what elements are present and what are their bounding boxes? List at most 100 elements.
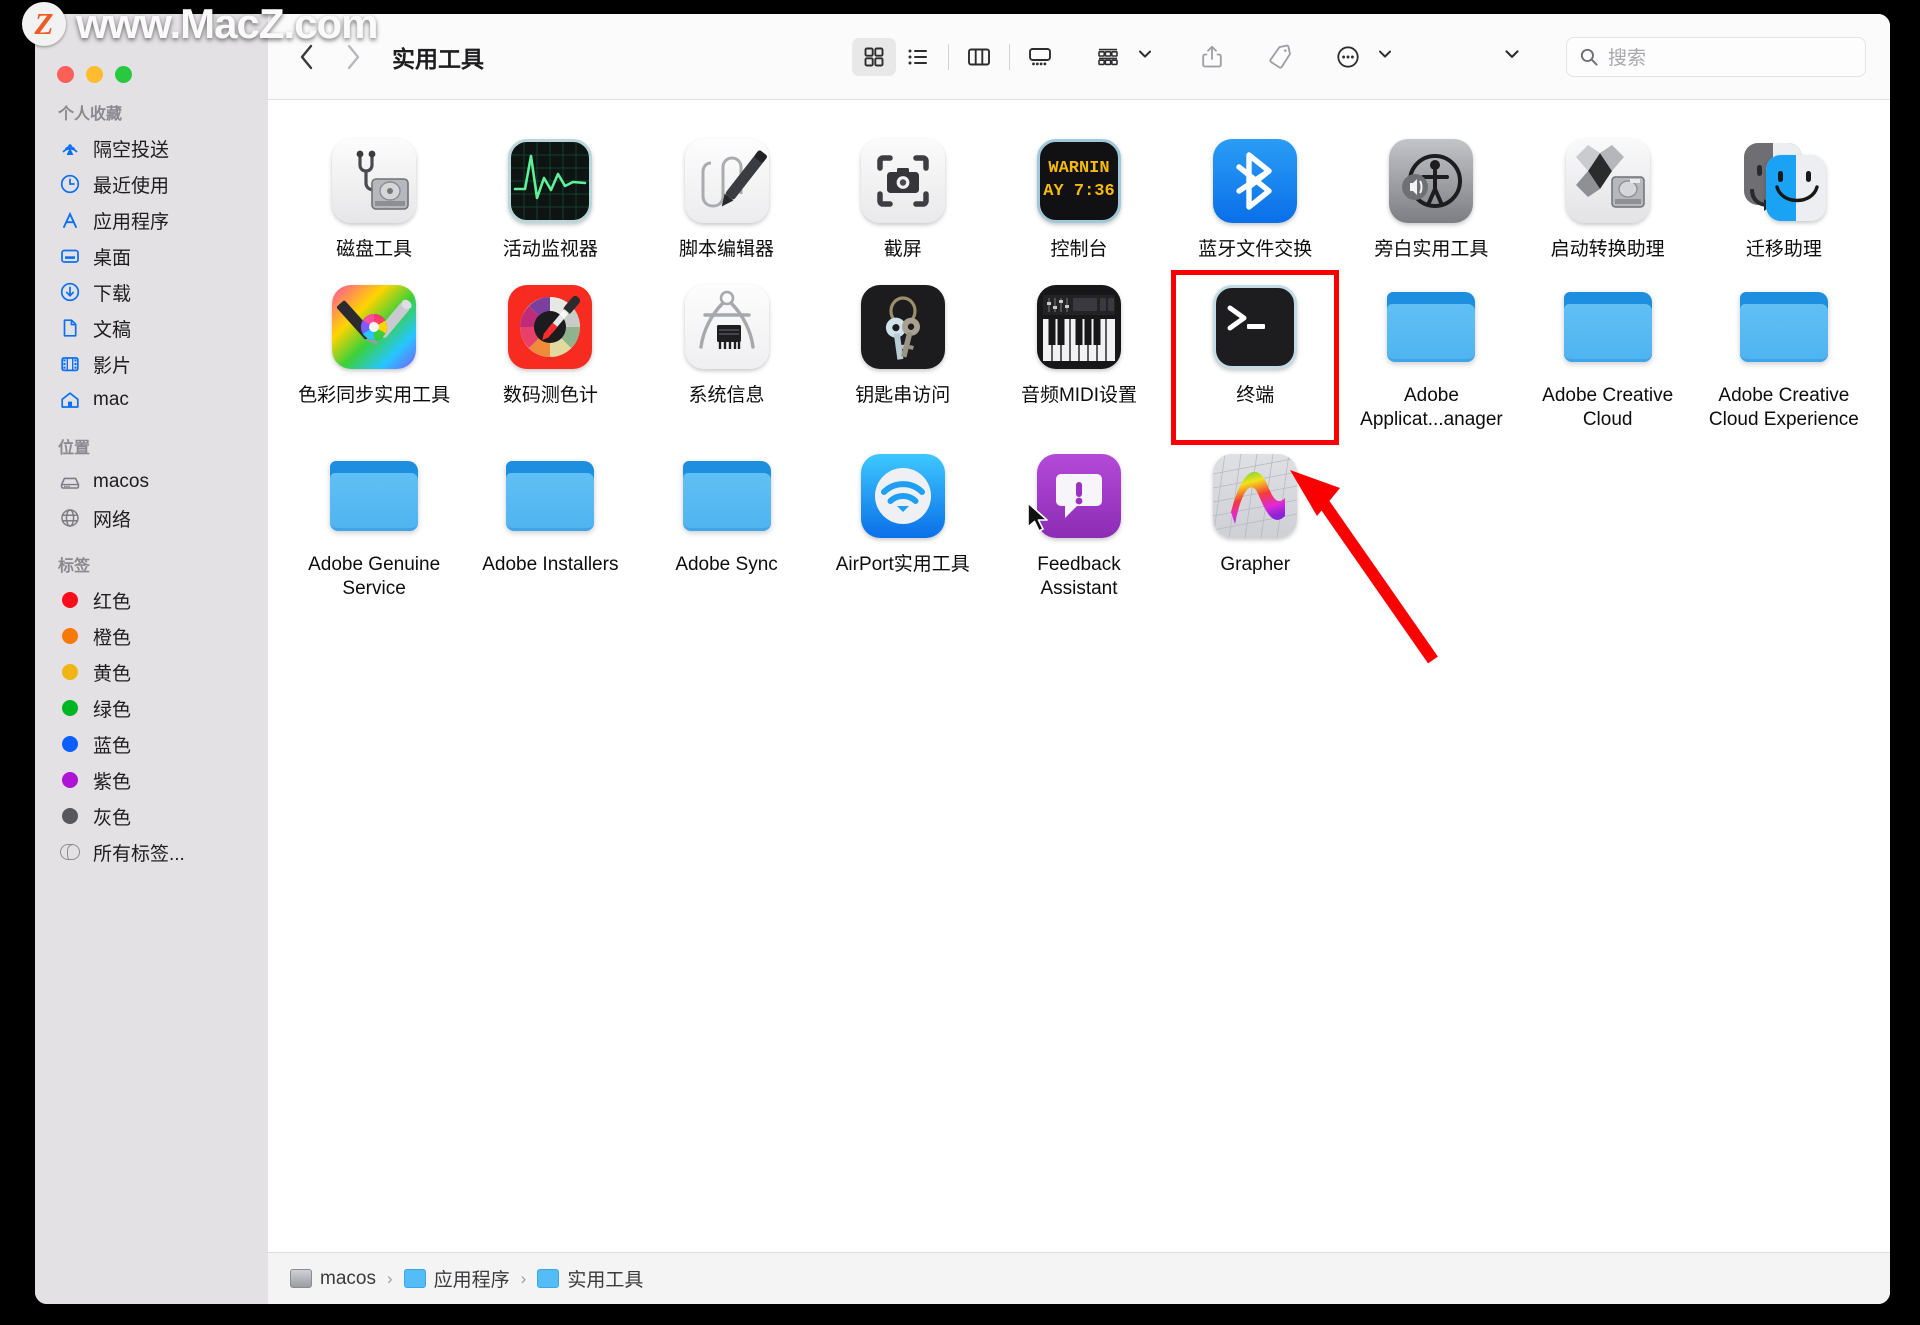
file-item[interactable]: WARNIN AY 7:36 控制台	[991, 124, 1167, 262]
file-item[interactable]: 数码测色计	[462, 270, 638, 432]
breadcrumb-separator: ›	[386, 1268, 393, 1288]
search-placeholder: 搜索	[1608, 48, 1647, 69]
tag-dot-icon	[58, 625, 81, 648]
tag-dot-icon	[58, 769, 81, 792]
tag-dot-icon	[58, 589, 81, 612]
network-globe-icon	[58, 507, 81, 530]
tag-button[interactable]	[1258, 38, 1302, 76]
file-item[interactable]: Adobe Creative Cloud Experience	[1696, 270, 1872, 432]
feedback-assistant-icon	[1027, 451, 1124, 541]
more-actions-chevron-down-icon[interactable]	[1376, 45, 1394, 68]
minimize-button[interactable]	[86, 66, 103, 83]
sidebar-item-label: 应用程序	[93, 211, 170, 233]
more-actions-button[interactable]	[1326, 38, 1370, 76]
sidebar-item-macos-disk[interactable]: macos	[35, 464, 268, 500]
breadcrumb-item-applications[interactable]: 应用程序	[403, 1265, 510, 1292]
sidebar-item-home[interactable]: mac	[35, 382, 268, 418]
file-item[interactable]: 磁盘工具	[286, 124, 462, 262]
sidebar-item-tag-green[interactable]: 绿色	[35, 690, 268, 726]
tag-dot-icon	[58, 697, 81, 720]
sidebar-item-tag-gray[interactable]: 灰色	[35, 798, 268, 834]
airdrop-icon	[58, 137, 81, 160]
file-item[interactable]: 迁移助理	[1696, 124, 1872, 262]
file-item[interactable]: Adobe Genuine Service	[286, 439, 462, 601]
sidebar-item-network[interactable]: 网络	[35, 500, 268, 536]
sidebar-section-favorites-title: 个人收藏	[58, 106, 123, 123]
documents-icon	[58, 317, 81, 340]
sidebar-item-label: 隔空投送	[93, 139, 170, 161]
share-button[interactable]	[1190, 38, 1234, 76]
file-label: 数码测色计	[502, 384, 598, 406]
breadcrumb-label: 实用工具	[567, 1270, 644, 1291]
sidebar-item-tag-blue[interactable]: 蓝色	[35, 726, 268, 762]
file-item[interactable]: Feedback Assistant	[991, 439, 1167, 601]
file-item[interactable]: 蓝牙文件交换	[1167, 124, 1343, 262]
file-label: 音频MIDI设置	[1020, 384, 1138, 406]
list-view-button[interactable]	[896, 38, 940, 76]
file-item[interactable]: 活动监视器	[462, 124, 638, 262]
window-controls	[57, 66, 132, 83]
column-view-button[interactable]	[957, 38, 1001, 76]
forward-button[interactable]	[332, 36, 374, 78]
finder-window: 个人收藏 隔空投送 最近使用 应用程序 桌面 下载 文稿 影片 mac 位置 m…	[35, 14, 1890, 1304]
file-item[interactable]: 钥匙串访问	[815, 270, 991, 432]
file-label: Feedback Assistant	[1037, 554, 1121, 599]
file-item-terminal[interactable]: 终端	[1167, 270, 1343, 432]
gallery-view-button[interactable]	[1018, 38, 1062, 76]
sidebar-item-tag-red[interactable]: 红色	[35, 582, 268, 618]
group-by-chevron-down-icon[interactable]	[1136, 45, 1154, 68]
icon-view-button[interactable]	[852, 37, 896, 76]
file-item[interactable]: 截屏	[815, 124, 991, 262]
keychain-access-icon	[858, 282, 948, 372]
sidebar-item-tag-orange[interactable]: 橙色	[35, 618, 268, 654]
folder-icon	[1563, 282, 1653, 372]
group-by-button[interactable]	[1086, 38, 1130, 76]
file-item[interactable]: 色彩同步实用工具	[286, 270, 462, 432]
sidebar-item-label: 蓝色	[93, 735, 132, 757]
sidebar-item-label: 绿色	[93, 699, 132, 721]
file-item[interactable]: Adobe Creative Cloud	[1520, 270, 1696, 432]
zoom-button[interactable]	[115, 66, 132, 83]
sidebar-item-airdrop[interactable]: 隔空投送	[35, 130, 268, 166]
file-item[interactable]: AirPort实用工具	[815, 439, 991, 601]
back-button[interactable]	[286, 36, 328, 78]
sidebar-item-tag-yellow[interactable]: 黄色	[35, 654, 268, 690]
breadcrumb-item-utilities[interactable]: 实用工具	[537, 1265, 643, 1292]
sidebar-item-desktop[interactable]: 桌面	[35, 238, 268, 274]
file-label: Adobe Installers	[482, 554, 619, 576]
file-item[interactable]: 旁白实用工具	[1343, 124, 1519, 262]
folder-icon	[1739, 282, 1829, 372]
file-label: 磁盘工具	[336, 239, 413, 260]
file-item[interactable]: Adobe Installers	[462, 439, 638, 601]
breadcrumb-item-macos[interactable]: macos	[290, 1268, 376, 1290]
file-item[interactable]: Adobe Applicat...anager	[1343, 270, 1519, 432]
file-item[interactable]: Adobe Sync	[638, 439, 814, 601]
folder-icon	[682, 451, 772, 541]
file-label: 控制台	[1050, 239, 1108, 260]
file-item[interactable]: Grapher	[1167, 439, 1343, 601]
file-item[interactable]: 启动转换助理	[1520, 124, 1696, 262]
file-label: 截屏	[883, 239, 922, 260]
console-icon: WARNIN AY 7:36	[1034, 136, 1124, 226]
search-field[interactable]: 搜索	[1566, 36, 1866, 77]
page-title: 实用工具	[392, 45, 484, 72]
sidebar-item-applications[interactable]: 应用程序	[35, 202, 268, 238]
voiceover-utility-icon	[1386, 136, 1476, 226]
toolbar-overflow-chevron-down-icon[interactable]	[1502, 44, 1522, 69]
audio-midi-setup-icon	[1034, 282, 1124, 372]
sidebar-item-movies[interactable]: 影片	[35, 346, 268, 382]
folder-icon	[1386, 282, 1476, 372]
file-item[interactable]: 音频MIDI设置	[991, 270, 1167, 432]
sidebar-item-downloads[interactable]: 下载	[35, 274, 268, 310]
console-line-2: AY 7:36	[1043, 182, 1115, 201]
sidebar-item-label: 文稿	[93, 319, 132, 341]
sidebar-item-label: mac	[93, 389, 129, 410]
file-item[interactable]: 脚本编辑器	[638, 124, 814, 262]
folder-icon	[505, 451, 595, 541]
sidebar-item-recents[interactable]: 最近使用	[35, 166, 268, 202]
sidebar-item-all-tags[interactable]: 所有标签...	[35, 834, 268, 870]
file-item[interactable]: 系统信息	[638, 270, 814, 432]
sidebar-item-documents[interactable]: 文稿	[35, 310, 268, 346]
sidebar-item-tag-purple[interactable]: 紫色	[35, 762, 268, 798]
close-button[interactable]	[57, 66, 74, 83]
